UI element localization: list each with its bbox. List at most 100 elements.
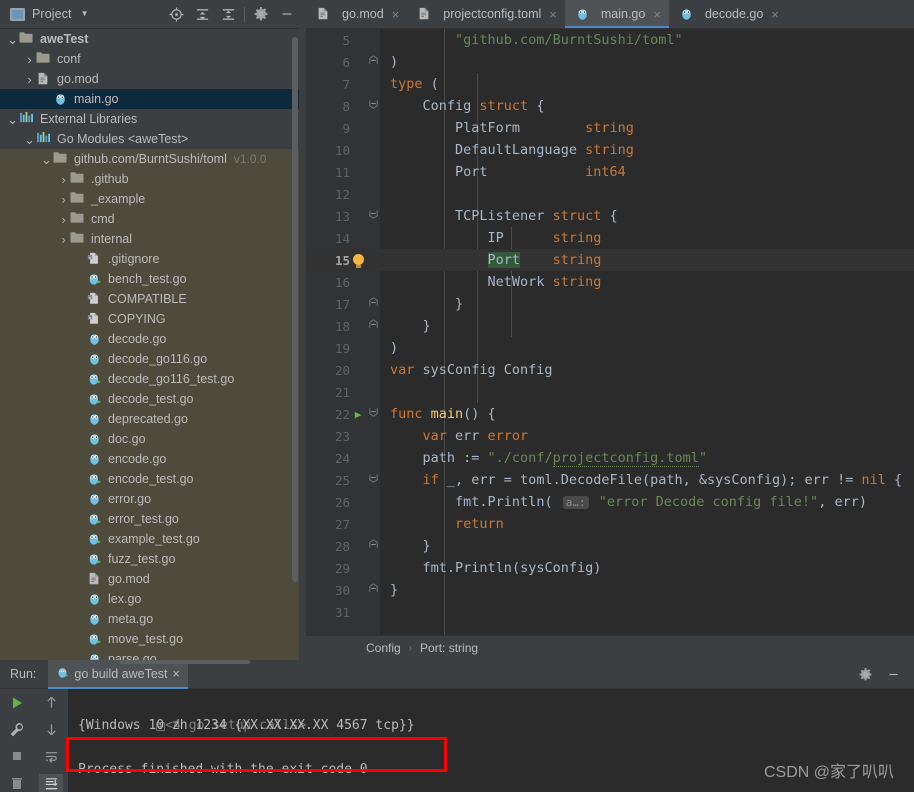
project-tree-scrollbar[interactable] xyxy=(292,37,298,582)
code-line-13[interactable]: 13 TCPListener struct { xyxy=(306,205,914,227)
tree-item-external-libraries[interactable]: ⌄ External Libraries xyxy=(0,109,306,129)
trash-icon[interactable] xyxy=(5,774,29,792)
editor-tab-decode-go[interactable]: decode.go × xyxy=(669,0,787,28)
run-panel-scrollbar[interactable] xyxy=(120,660,250,664)
panel-divider[interactable] xyxy=(299,0,306,660)
fold-end-icon[interactable] xyxy=(366,318,380,334)
tree-item--gitignore[interactable]: x .gitignore xyxy=(0,249,306,269)
fold-start-icon[interactable] xyxy=(366,472,380,488)
tree-item-decode-test-go[interactable]: decode_test.go xyxy=(0,389,306,409)
tree-item-go-modules-awetest-[interactable]: ⌄ Go Modules <aweTest> xyxy=(0,129,306,149)
tree-item-example-test-go[interactable]: example_test.go xyxy=(0,529,306,549)
tree-item-cmd[interactable]: › cmd xyxy=(0,209,306,229)
tree-item-move-test-go[interactable]: move_test.go xyxy=(0,629,306,649)
code-line-26[interactable]: 26 fmt.Println( a…: "error Decode config… xyxy=(306,491,914,513)
code-line-30[interactable]: 30 } xyxy=(306,579,914,601)
code-line-9[interactable]: 9 PlatForm string xyxy=(306,117,914,139)
tree-item-parse-go[interactable]: parse.go xyxy=(0,649,306,660)
tree-item-awetest[interactable]: ⌄ aweTest xyxy=(0,29,306,49)
arrow-up-icon[interactable] xyxy=(39,694,63,712)
code-line-14[interactable]: 14 IP string xyxy=(306,227,914,249)
tree-item-decode-go116-go[interactable]: decode_go116.go xyxy=(0,349,306,369)
tree-item-error-test-go[interactable]: error_test.go xyxy=(0,509,306,529)
breadcrumb-item-0[interactable]: Config xyxy=(366,641,401,655)
code-line-7[interactable]: 7 type ( xyxy=(306,73,914,95)
locate-file-icon[interactable] xyxy=(163,1,189,27)
fold-start-icon[interactable] xyxy=(366,98,380,114)
editor-tab-go-mod[interactable]: go.mod × xyxy=(306,0,407,28)
tree-item--example[interactable]: › _example xyxy=(0,189,306,209)
tree-item-main-go[interactable]: main.go xyxy=(0,89,306,109)
chevron-down-icon[interactable]: ⌄ xyxy=(23,133,36,146)
stop-icon[interactable] xyxy=(5,748,29,766)
run-gutter-icon[interactable]: ▶ xyxy=(350,406,366,422)
tree-item-github-com-burntsushi-toml[interactable]: ⌄ github.com/BurntSushi/toml v1.0.0 xyxy=(0,149,306,169)
tree-item-go-mod[interactable]: go.mod xyxy=(0,569,306,589)
tree-item-meta-go[interactable]: meta.go xyxy=(0,609,306,629)
tree-item-decode-go[interactable]: decode.go xyxy=(0,329,306,349)
arrow-down-icon[interactable] xyxy=(39,721,63,739)
tree-item-error-go[interactable]: error.go xyxy=(0,489,306,509)
chevron-down-icon[interactable]: ⌄ xyxy=(6,33,19,46)
project-panel-title[interactable]: Project xyxy=(32,7,72,21)
code-line-29[interactable]: 29 fmt.Println(sysConfig) xyxy=(306,557,914,579)
code-line-25[interactable]: 25 if _, err = toml.DecodeFile(path, &sy… xyxy=(306,469,914,491)
fold-end-icon[interactable] xyxy=(366,296,380,312)
code-line-8[interactable]: 8 Config struct { xyxy=(306,95,914,117)
soft-wrap-icon[interactable] xyxy=(39,748,63,766)
code-line-15[interactable]: 15 Port string xyxy=(306,249,914,271)
tree-item-conf[interactable]: › conf xyxy=(0,49,306,69)
chevron-right-icon[interactable]: › xyxy=(57,193,70,206)
close-icon[interactable]: × xyxy=(173,667,180,681)
code-line-6[interactable]: 6 ) xyxy=(306,51,914,73)
chevron-right-icon[interactable]: › xyxy=(57,173,70,186)
chevron-right-icon[interactable]: › xyxy=(23,73,36,86)
intention-bulb-icon[interactable] xyxy=(350,252,366,268)
code-line-21[interactable]: 21 xyxy=(306,381,914,403)
code-line-18[interactable]: 18 } xyxy=(306,315,914,337)
code-line-19[interactable]: 19 ) xyxy=(306,337,914,359)
chevron-down-icon[interactable]: ▼ xyxy=(81,10,89,18)
tree-item-doc-go[interactable]: doc.go xyxy=(0,429,306,449)
tree-item-go-mod[interactable]: › go.mod xyxy=(0,69,306,89)
code-line-20[interactable]: 20 var sysConfig Config xyxy=(306,359,914,381)
tree-item-copying[interactable]: x COPYING xyxy=(0,309,306,329)
tree-item-compatible[interactable]: x COMPATIBLE xyxy=(0,289,306,309)
breadcrumb-item-1[interactable]: Port: string xyxy=(420,641,478,655)
fold-end-icon[interactable] xyxy=(366,54,380,70)
minimize-icon[interactable] xyxy=(274,1,300,27)
scroll-end-icon[interactable] xyxy=(39,774,63,792)
chevron-down-icon[interactable]: ⌄ xyxy=(40,153,53,166)
editor-tab-main-go[interactable]: main.go × xyxy=(564,0,670,28)
code-line-5[interactable]: 5 "github.com/BurntSushi/toml" xyxy=(306,29,914,51)
fold-end-icon[interactable] xyxy=(366,538,380,554)
minimize-icon[interactable] xyxy=(880,661,906,687)
code-editor[interactable]: 5 "github.com/BurntSushi/toml" 6 ) 7 type … xyxy=(306,29,914,635)
chevron-right-icon[interactable]: › xyxy=(57,213,70,226)
gear-icon[interactable] xyxy=(852,661,878,687)
tree-item-lex-go[interactable]: lex.go xyxy=(0,589,306,609)
tree-item-encode-go[interactable]: encode.go xyxy=(0,449,306,469)
tree-item-deprecated-go[interactable]: deprecated.go xyxy=(0,409,306,429)
chevron-right-icon[interactable]: › xyxy=(57,233,70,246)
editor-tab-projectconfig-toml[interactable]: projectconfig.toml × xyxy=(407,0,565,28)
code-line-16[interactable]: 16 NetWork string xyxy=(306,271,914,293)
rerun-icon[interactable] xyxy=(5,694,29,712)
tree-item-decode-go116-test-go[interactable]: decode_go116_test.go xyxy=(0,369,306,389)
tree-item-internal[interactable]: › internal xyxy=(0,229,306,249)
gear-icon[interactable] xyxy=(248,1,274,27)
chevron-down-icon[interactable]: ⌄ xyxy=(6,113,19,126)
close-icon[interactable]: × xyxy=(392,8,400,21)
code-line-24[interactable]: 24 path := "./conf/projectconfig.toml" xyxy=(306,447,914,469)
project-tree[interactable]: ⌄ aweTest › conf › go.mod main.go ⌄ External Li… xyxy=(0,29,306,660)
code-line-27[interactable]: 27 return xyxy=(306,513,914,535)
code-line-23[interactable]: 23 var err error xyxy=(306,425,914,447)
tree-item-bench-test-go[interactable]: bench_test.go xyxy=(0,269,306,289)
fold-start-icon[interactable] xyxy=(366,208,380,224)
fold-end-icon[interactable] xyxy=(366,582,380,598)
console-setup-calls-line[interactable]: + <4 go setup calls> xyxy=(78,693,914,733)
code-line-28[interactable]: 28 } xyxy=(306,535,914,557)
code-line-12[interactable]: 12 xyxy=(306,183,914,205)
close-icon[interactable]: × xyxy=(549,8,557,21)
code-line-11[interactable]: 11 Port int64 xyxy=(306,161,914,183)
